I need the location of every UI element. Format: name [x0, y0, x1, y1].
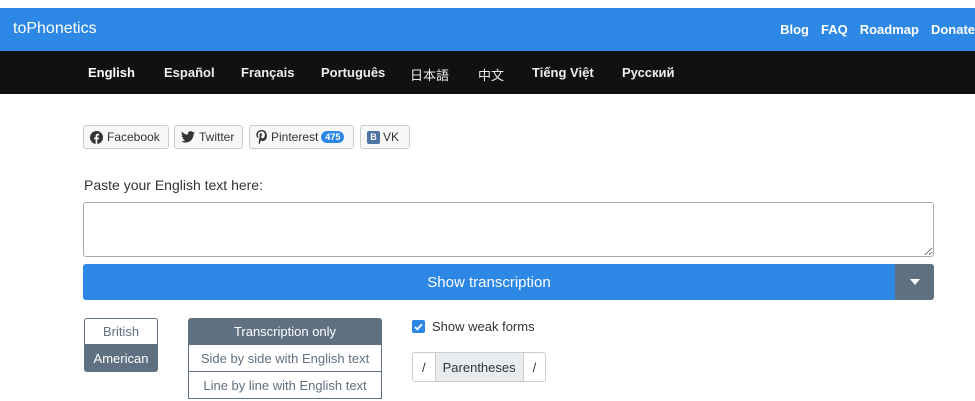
- bracket-style-selector: / Parentheses /: [412, 352, 547, 382]
- accent-toggle: British American: [84, 318, 158, 372]
- pinterest-share-button[interactable]: Pinterest 475: [249, 125, 354, 149]
- pinterest-icon: [256, 130, 267, 144]
- accent-american-option[interactable]: American: [84, 345, 158, 372]
- pinterest-count-badge: 475: [321, 131, 345, 143]
- language-bar: English Español Français Português 日本語 中…: [0, 51, 975, 94]
- facebook-share-button[interactable]: Facebook: [83, 125, 169, 149]
- lang-russian[interactable]: Русский: [622, 65, 675, 80]
- weak-forms-option: Show weak forms: [412, 319, 535, 334]
- lang-chinese[interactable]: 中文: [478, 65, 504, 84]
- vk-share-button[interactable]: B VK: [360, 125, 410, 149]
- brand-logo[interactable]: toPhonetics: [13, 20, 97, 38]
- lang-japanese[interactable]: 日本語: [410, 65, 449, 84]
- display-mode-group: Transcription only Side by side with Eng…: [188, 318, 382, 399]
- nav-link-roadmap[interactable]: Roadmap: [860, 22, 919, 37]
- top-navbar: toPhonetics Blog FAQ Roadmap Donate: [0, 8, 975, 51]
- twitter-icon: [181, 131, 195, 143]
- show-transcription-button[interactable]: Show transcription: [83, 264, 895, 300]
- weak-forms-label[interactable]: Show weak forms: [432, 319, 535, 334]
- lang-english[interactable]: English: [88, 65, 135, 80]
- lang-portugues[interactable]: Português: [321, 65, 385, 80]
- lang-francais[interactable]: Français: [241, 65, 294, 80]
- bracket-parentheses-option[interactable]: Parentheses: [434, 353, 524, 381]
- mode-transcription-only[interactable]: Transcription only: [188, 318, 382, 345]
- bracket-right-option[interactable]: /: [523, 353, 546, 381]
- english-text-input[interactable]: [83, 202, 934, 257]
- mode-line-by-line[interactable]: Line by line with English text: [188, 372, 382, 399]
- top-links: Blog FAQ Roadmap Donate: [768, 22, 975, 37]
- vk-icon: B: [367, 130, 380, 144]
- lang-vietnamese[interactable]: Tiếng Việt: [532, 65, 594, 80]
- twitter-share-button[interactable]: Twitter: [174, 125, 243, 149]
- nav-link-donate[interactable]: Donate: [931, 22, 975, 37]
- transcription-options-dropdown[interactable]: [895, 264, 934, 300]
- facebook-icon: [90, 130, 103, 144]
- twitter-label: Twitter: [199, 130, 235, 144]
- lang-espanol[interactable]: Español: [164, 65, 215, 80]
- facebook-label: Facebook: [107, 130, 160, 144]
- bracket-left-option[interactable]: /: [413, 353, 435, 381]
- input-prompt-label: Paste your English text here:: [84, 177, 263, 193]
- nav-link-blog[interactable]: Blog: [780, 22, 809, 37]
- weak-forms-checkbox[interactable]: [412, 320, 425, 333]
- checkmark-icon: [414, 323, 423, 331]
- mode-side-by-side[interactable]: Side by side with English text: [188, 345, 382, 372]
- nav-link-faq[interactable]: FAQ: [821, 22, 848, 37]
- vk-label: VK: [383, 130, 400, 144]
- accent-british-option[interactable]: British: [84, 318, 158, 345]
- pinterest-label: Pinterest: [271, 130, 319, 144]
- caret-down-icon: [909, 279, 920, 285]
